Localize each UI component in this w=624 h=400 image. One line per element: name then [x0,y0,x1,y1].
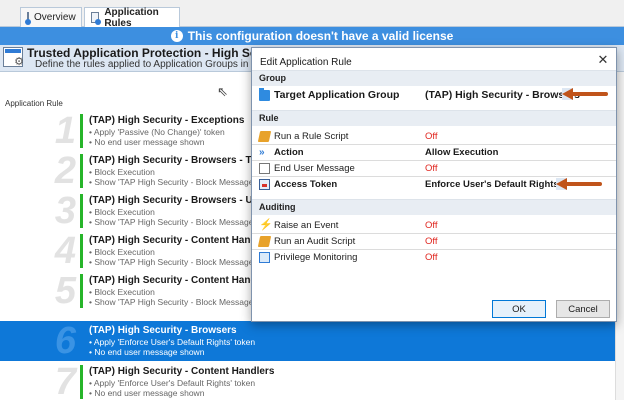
rule-status-bar [80,324,83,358]
property-label: End User Message [274,163,355,174]
script-icon [257,236,272,247]
token-icon [259,179,270,190]
action-icon: » [259,147,265,158]
rule-detail: • Block Execution [89,167,155,177]
policy-settings-icon: ⚙ [3,47,24,68]
rule-detail: • Show 'TAP High Security - Block Messag… [89,297,265,307]
rule-number: 4 [54,230,76,272]
rule-detail: • Block Execution [89,207,155,217]
rule-title: (TAP) High Security - Browsers - Untrus [89,195,278,206]
rule-status-bar [80,154,83,188]
document-icon [91,12,102,25]
action-row[interactable]: » Action Allow Execution [252,145,616,160]
tab-bar: Overview Application Rules [0,0,624,29]
property-label: Raise an Event [274,220,339,231]
rule-detail: • Block Execution [89,247,155,257]
property-label: Access Token [274,179,338,190]
section-group: Group [252,70,616,86]
folder-icon [259,88,270,101]
rule-title: (TAP) High Security - Browsers - Truste [89,155,276,166]
message-icon [259,163,270,174]
run-audit-script-row[interactable]: Run an Audit Script Off [252,234,616,249]
document-icon [25,12,31,25]
rule-item-6[interactable]: 6 (TAP) High Security - Browsers • Apply… [0,321,624,361]
property-value: Off [425,163,438,174]
event-icon: ⚡ [259,219,273,231]
license-banner: i This configuration doesn't have a vali… [0,27,624,45]
property-label: Run an Audit Script [274,236,356,247]
property-value: Off [425,252,438,263]
monitor-icon [259,252,270,263]
property-value: Off [425,131,438,142]
rule-item-7[interactable]: 7 (TAP) High Security - Content Handlers… [0,362,624,400]
section-rule: Rule [252,110,616,126]
rule-title: (TAP) High Security - Content Handlers [89,235,275,246]
rule-detail: • No end user message shown [89,137,205,147]
close-icon[interactable]: ✕ [596,53,610,67]
property-value: Off [425,236,438,247]
ok-button[interactable]: OK [492,300,546,318]
rule-number: 7 [54,361,76,400]
rule-detail: • Show 'TAP High Security - Block Messag… [89,217,265,227]
rule-detail: • No end user message shown [89,347,205,357]
raise-event-row[interactable]: ⚡ Raise an Event Off [252,218,616,233]
property-label: Target Application Group [274,89,400,101]
tab-application-rules[interactable]: Application Rules [84,6,180,29]
rule-status-bar [80,274,83,308]
rule-detail: • Show 'TAP High Security - Block Messag… [89,177,265,187]
rule-detail: • Show 'TAP High Security - Block Messag… [89,257,265,267]
cancel-button[interactable]: Cancel [556,300,610,318]
rule-detail: • Block Execution [89,287,155,297]
rule-detail: • No end user message shown [89,388,205,398]
run-rule-script-row[interactable]: Run a Rule Script Off [252,129,616,144]
annotation-arrow [562,88,608,100]
policy-title: Trusted Application Protection - High Se… [27,46,279,60]
rule-status-bar [80,365,83,399]
property-label: Action [274,147,304,158]
rule-number: 1 [54,110,76,152]
property-label: Privilege Monitoring [274,252,358,263]
info-icon: i [170,30,183,42]
rule-title: (TAP) High Security - Exceptions [89,115,245,126]
rule-status-bar [80,194,83,228]
rule-number: 3 [54,190,76,232]
property-value: Off [425,220,438,231]
script-icon [257,131,272,142]
policy-description: Define the rules applied to Application … [35,59,267,70]
rule-detail: • Apply 'Enforce User's Default Rights' … [89,337,256,347]
annotation-arrow [556,178,602,190]
banner-text: This configuration doesn't have a valid … [187,29,454,43]
property-value: Enforce User's Default Rights [425,179,559,190]
rule-number: 6 [54,320,76,362]
section-auditing: Auditing [252,199,616,215]
edit-application-rule-dialog: Edit Application Rule ✕ Group Target App… [251,47,617,322]
rule-detail: • Apply 'Enforce User's Default Rights' … [89,378,256,388]
column-header-application-rule[interactable]: Application Rule [5,99,63,108]
privilege-monitoring-row[interactable]: Privilege Monitoring Off [252,250,616,265]
mouse-cursor-icon: ⇖ [217,84,228,99]
tab-label: Overview [34,12,76,23]
property-value: (TAP) High Security - Browsers [425,89,580,101]
rule-status-bar [80,234,83,268]
rule-status-bar [80,114,83,148]
rule-number: 5 [54,270,76,312]
property-label: Run a Rule Script [274,131,349,142]
tab-overview[interactable]: Overview [20,7,82,27]
rule-title: (TAP) High Security - Content Handlers [89,275,275,286]
end-user-message-row[interactable]: End User Message Off [252,161,616,176]
rule-number: 2 [54,150,76,192]
rule-detail: • Apply 'Passive (No Change)' token [89,127,225,137]
property-value: Allow Execution [425,147,499,158]
rule-title: (TAP) High Security - Content Handlers [89,366,275,377]
rule-title: (TAP) High Security - Browsers [89,325,237,336]
tab-label: Application Rules [104,6,159,29]
dialog-title: Edit Application Rule [260,57,352,68]
